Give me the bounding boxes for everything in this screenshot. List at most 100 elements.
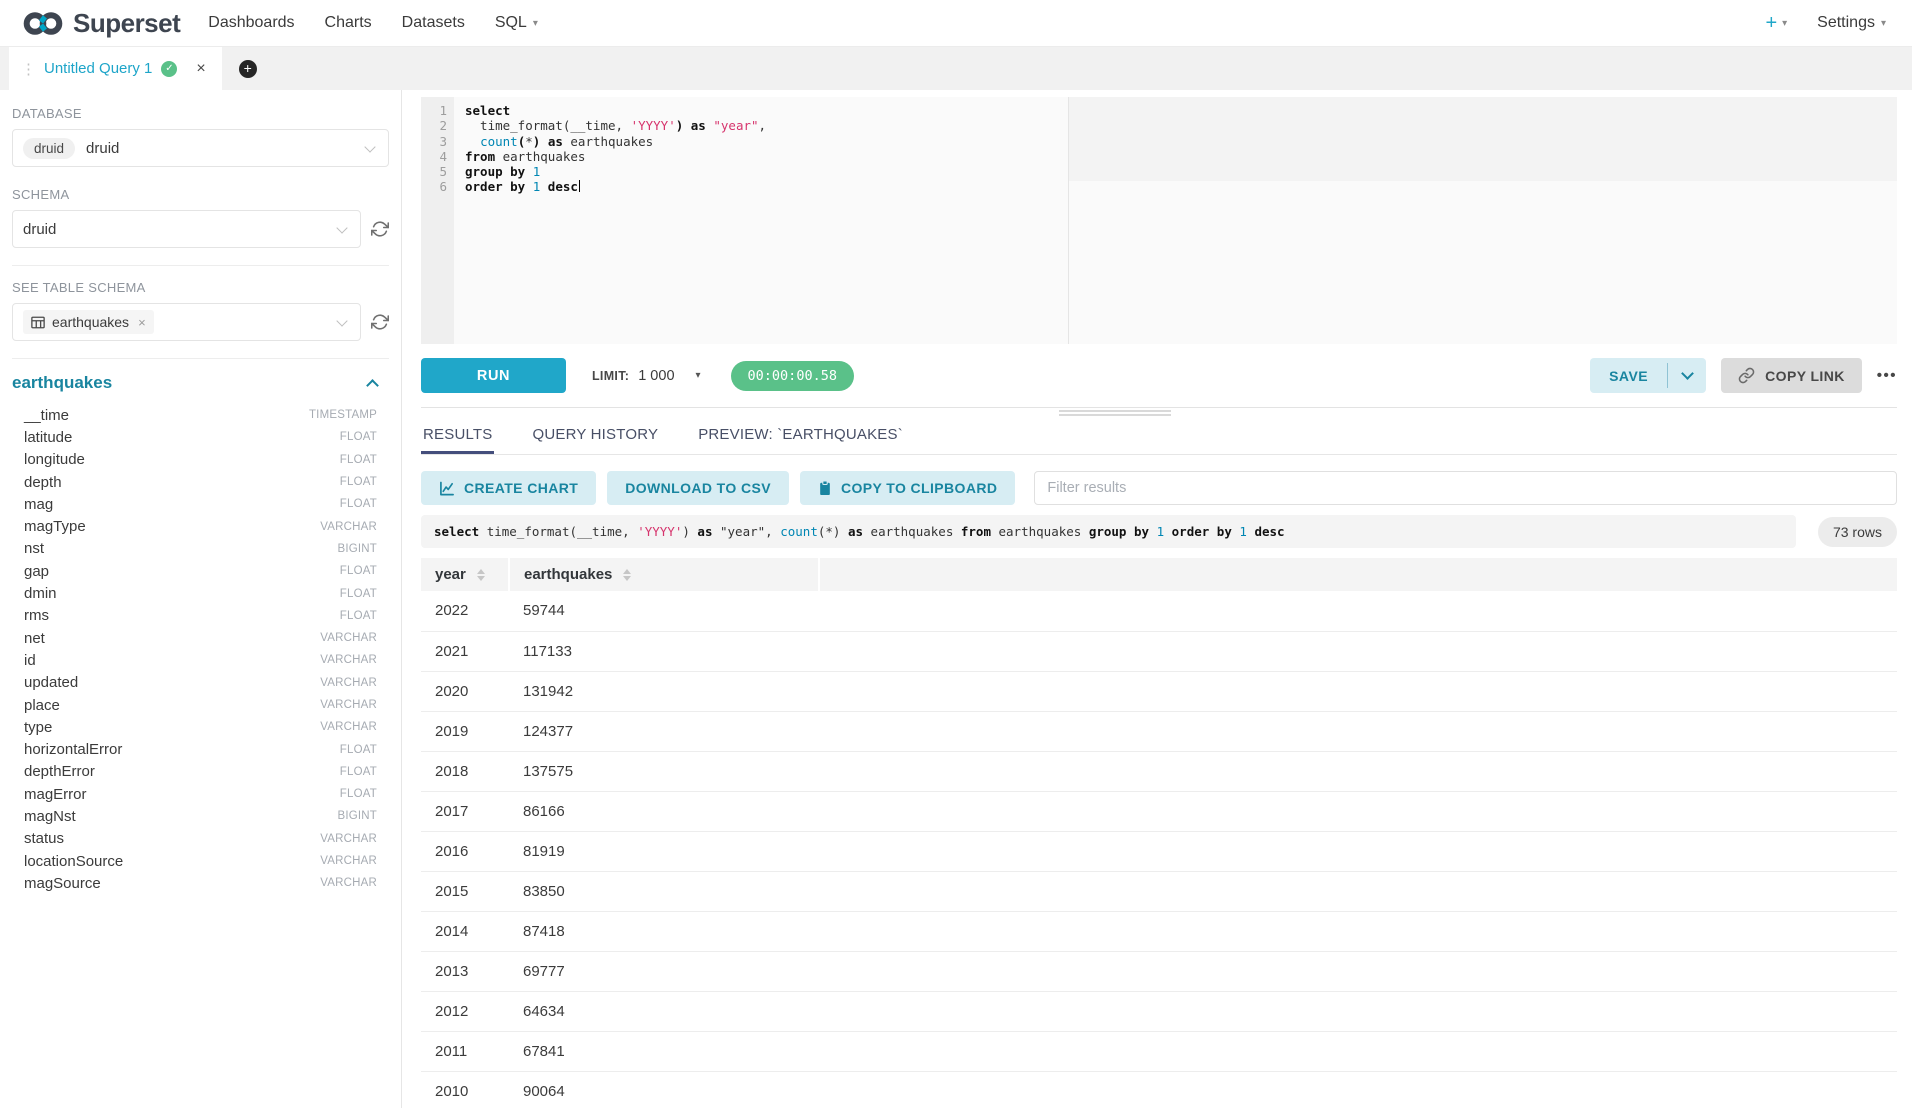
nav-item-dashboards[interactable]: Dashboards [208, 14, 294, 32]
superset-logo[interactable]: Superset [22, 8, 180, 39]
drag-handle-icon[interactable]: ⋮ [21, 60, 35, 78]
new-menu-button[interactable]: + ▾ [1765, 12, 1787, 35]
schema-column-row: nstBIGINT [12, 538, 389, 560]
sort-icon[interactable] [477, 569, 485, 581]
column-name: locationSource [24, 853, 123, 870]
save-split-button: SAVE [1590, 358, 1706, 393]
code-token [1164, 524, 1172, 539]
code-line[interactable]: select [465, 103, 1897, 118]
tab-query-history[interactable]: QUERY HISTORY [530, 417, 660, 454]
code-token: from [465, 149, 495, 164]
results-column-header[interactable]: year [421, 558, 509, 591]
more-actions-button[interactable]: ••• [1877, 367, 1897, 384]
code-token: "year" [713, 118, 758, 133]
column-name: horizontalError [24, 741, 122, 758]
table-row: 201583850 [421, 871, 1897, 911]
code-line[interactable]: count(*) as earthquakes [465, 134, 1897, 149]
line-number: 2 [421, 118, 447, 133]
table-cell: 2016 [421, 831, 509, 871]
schema-column-row: magTypeVARCHAR [12, 515, 389, 537]
table-row: 2021117133 [421, 631, 1897, 671]
see-table-schema-label: SEE TABLE SCHEMA [12, 280, 389, 295]
row-filler [819, 751, 1897, 791]
table-cell: 67841 [509, 1031, 819, 1071]
table-cell: 124377 [509, 711, 819, 751]
table-row: 201264634 [421, 991, 1897, 1031]
table-cell: 90064 [509, 1071, 819, 1108]
row-filler [819, 631, 1897, 671]
sort-icon[interactable] [623, 569, 631, 581]
top-navbar: Superset Dashboards Charts Datasets SQL … [0, 0, 1912, 47]
code-line[interactable]: time_format(__time, 'YYYY') as "year", [465, 118, 1897, 133]
table-row: 201167841 [421, 1031, 1897, 1071]
create-chart-button[interactable]: CREATE CHART [421, 471, 596, 505]
table-row: 201786166 [421, 791, 1897, 831]
code-token: time_format(__time, [487, 524, 638, 539]
nav-item-datasets[interactable]: Datasets [402, 14, 465, 32]
column-name: net [24, 630, 45, 647]
code-token: ) as [676, 118, 714, 133]
code-line[interactable]: group by 1 [465, 164, 1897, 179]
executed-query-text: select time_format(__time, 'YYYY') as "y… [421, 515, 1796, 548]
column-type: VARCHAR [320, 654, 377, 666]
copy-clipboard-button[interactable]: COPY TO CLIPBOARD [800, 471, 1015, 505]
refresh-schemas-button[interactable] [371, 220, 389, 238]
chevron-down-icon: ▾ [1881, 18, 1886, 29]
code-token: 'YYYY' [631, 118, 676, 133]
caret-down-icon[interactable]: ▾ [696, 370, 701, 381]
code-token: count [480, 134, 518, 149]
database-select[interactable]: druid druid [12, 129, 389, 167]
nav-item-charts[interactable]: Charts [325, 14, 372, 32]
code-token: from [961, 524, 991, 539]
nav-menu: Dashboards Charts Datasets SQL ▾ [208, 14, 538, 32]
filter-results-input[interactable] [1034, 471, 1897, 505]
pane-resize-handle[interactable] [1059, 410, 1171, 416]
column-name: status [24, 830, 64, 847]
settings-menu[interactable]: Settings ▾ [1817, 14, 1886, 32]
editor-code[interactable]: select time_format(__time, 'YYYY') as "y… [454, 97, 1897, 344]
table-select[interactable]: earthquakes × [12, 303, 361, 341]
download-csv-button[interactable]: DOWNLOAD TO CSV [607, 471, 789, 505]
column-type: FLOAT [340, 498, 377, 510]
tab-results[interactable]: RESULTS [421, 417, 494, 454]
limit-control[interactable]: LIMIT: 1 000 ▾ [592, 368, 701, 384]
table-cell: 117133 [509, 631, 819, 671]
code-token: 1 [533, 164, 541, 179]
tab-preview-earthquakes[interactable]: PREVIEW: `EARTHQUAKES` [696, 417, 905, 454]
sidebar-divider [12, 358, 389, 359]
results-column-header[interactable]: earthquakes [509, 558, 819, 591]
save-button[interactable]: SAVE [1590, 358, 1667, 393]
sql-editor[interactable]: 123456 select time_format(__time, 'YYYY'… [421, 97, 1897, 344]
column-name: place [24, 697, 60, 714]
query-tab-active[interactable]: ⋮ Untitled Query 1 ✓ × [9, 47, 222, 90]
row-filler [819, 711, 1897, 751]
schema-column-row: depthError FLOAT [12, 761, 389, 783]
close-tab-icon[interactable]: × [196, 60, 205, 78]
code-line[interactable]: order by 1 desc [465, 179, 1897, 194]
chevron-down-icon: ▾ [533, 18, 538, 29]
add-query-tab-button[interactable]: + [239, 60, 257, 78]
column-type: FLOAT [340, 454, 377, 466]
chevron-up-icon[interactable] [366, 379, 379, 392]
refresh-tables-button[interactable] [371, 313, 389, 331]
column-type: FLOAT [340, 744, 377, 756]
run-query-button[interactable]: RUN [421, 358, 566, 393]
header-filler [819, 558, 1897, 591]
table-cell: 64634 [509, 991, 819, 1031]
remove-table-icon[interactable]: × [138, 315, 146, 330]
schema-select[interactable]: druid [12, 210, 361, 248]
column-type: VARCHAR [320, 833, 377, 845]
pane-resize-divider[interactable] [421, 407, 1897, 417]
column-type: FLOAT [340, 766, 377, 778]
column-type: VARCHAR [320, 855, 377, 867]
save-options-button[interactable] [1668, 358, 1706, 393]
navbar-right: + ▾ Settings ▾ [1765, 12, 1886, 35]
database-type-badge: druid [23, 138, 75, 159]
nav-item-sql[interactable]: SQL ▾ [495, 14, 538, 32]
table-schema-header[interactable]: earthquakes [12, 373, 387, 393]
code-line[interactable]: from earthquakes [465, 149, 1897, 164]
code-token [540, 179, 548, 194]
column-name: depthError [24, 763, 95, 780]
line-number: 3 [421, 134, 447, 149]
copy-link-button[interactable]: COPY LINK [1721, 358, 1862, 393]
